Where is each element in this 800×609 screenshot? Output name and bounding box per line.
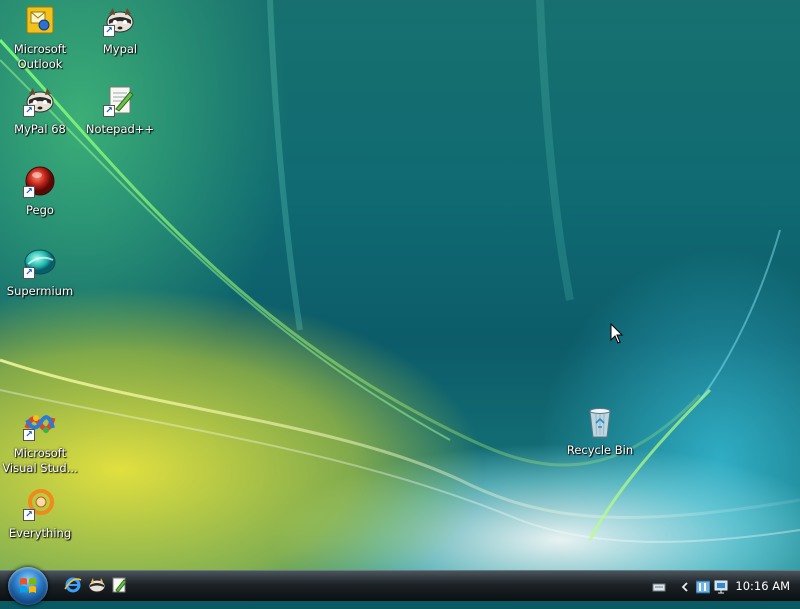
windows-logo-icon	[20, 578, 36, 593]
desktop-icon-mypal[interactable]: ↗ Mypal	[80, 4, 160, 57]
desktop[interactable]: Microsoft Outlook ↗ Mypal ↗ MyPal 68 ↗ N…	[0, 0, 800, 570]
shortcut-arrow-icon: ↗	[23, 186, 35, 198]
red-orb-icon: ↗	[23, 165, 56, 198]
internet-explorer-icon[interactable]	[64, 576, 82, 594]
clock[interactable]: 10:16 AM	[735, 579, 790, 593]
desktop-icon-microsoft-visual-studio[interactable]: ↗ Microsoft Visual Stud...	[0, 408, 80, 476]
notepad-icon: ↗	[103, 84, 136, 117]
mouse-pointer-icon	[610, 323, 624, 344]
recycle-bin-icon	[584, 405, 616, 438]
shortcut-arrow-icon: ↗	[23, 509, 35, 521]
visual-studio-icon: ↗	[23, 408, 56, 441]
shortcut-arrow-icon: ↗	[103, 25, 115, 37]
supermium-icon: ↗	[23, 246, 56, 279]
desktop-icon-recycle-bin[interactable]: Recycle Bin	[560, 405, 640, 458]
shortcut-arrow-icon: ↗	[23, 267, 35, 279]
notepad-icon[interactable]	[110, 576, 128, 594]
start-button[interactable]	[8, 567, 48, 605]
desktop-icon-label: Notepad++	[85, 122, 155, 136]
shortcut-arrow-icon: ↗	[23, 429, 35, 441]
desktop-icon-everything[interactable]: ↗ Everything	[0, 488, 80, 541]
show-hidden-icons-chevron[interactable]	[678, 579, 692, 593]
outlook-icon	[24, 4, 56, 36]
raccoon-icon[interactable]	[88, 576, 106, 594]
desktop-icon-label: Pego	[26, 203, 54, 217]
network-monitor-icon[interactable]	[714, 579, 728, 594]
shortcut-arrow-icon: ↗	[103, 105, 115, 117]
desktop-icon-label: Mypal	[102, 42, 138, 56]
desktop-icon-label: MyPal 68	[14, 122, 66, 136]
raccoon-icon: ↗	[103, 4, 136, 37]
shortcut-arrow-icon: ↗	[23, 105, 35, 117]
desktop-icon-mypal-68[interactable]: ↗ MyPal 68	[0, 84, 80, 137]
desktop-icon-label: Microsoft Visual Stud...	[2, 446, 78, 475]
raccoon-icon: ↗	[23, 84, 56, 117]
system-tray: 10:16 AM	[640, 571, 800, 601]
desktop-icon-label: Microsoft Outlook	[13, 42, 67, 71]
desktop-icon-label: Supermium	[6, 284, 74, 298]
desktop-icon-supermium[interactable]: ↗ Supermium	[0, 246, 80, 299]
desktop-icon-label: Recycle Bin	[566, 443, 634, 457]
desktop-icon-microsoft-outlook[interactable]: Microsoft Outlook	[0, 4, 80, 72]
language-bar-icon[interactable]	[695, 579, 711, 594]
everything-icon: ↗	[23, 488, 56, 521]
desktop-icon-notepad-plus-plus[interactable]: ↗ Notepad++	[80, 84, 160, 137]
keyboard-icon[interactable]	[652, 579, 666, 593]
desktop-icon-label: Everything	[8, 526, 72, 540]
taskbar: 10:16 AM	[0, 567, 800, 605]
desktop-icon-pego[interactable]: ↗ Pego	[0, 165, 80, 218]
